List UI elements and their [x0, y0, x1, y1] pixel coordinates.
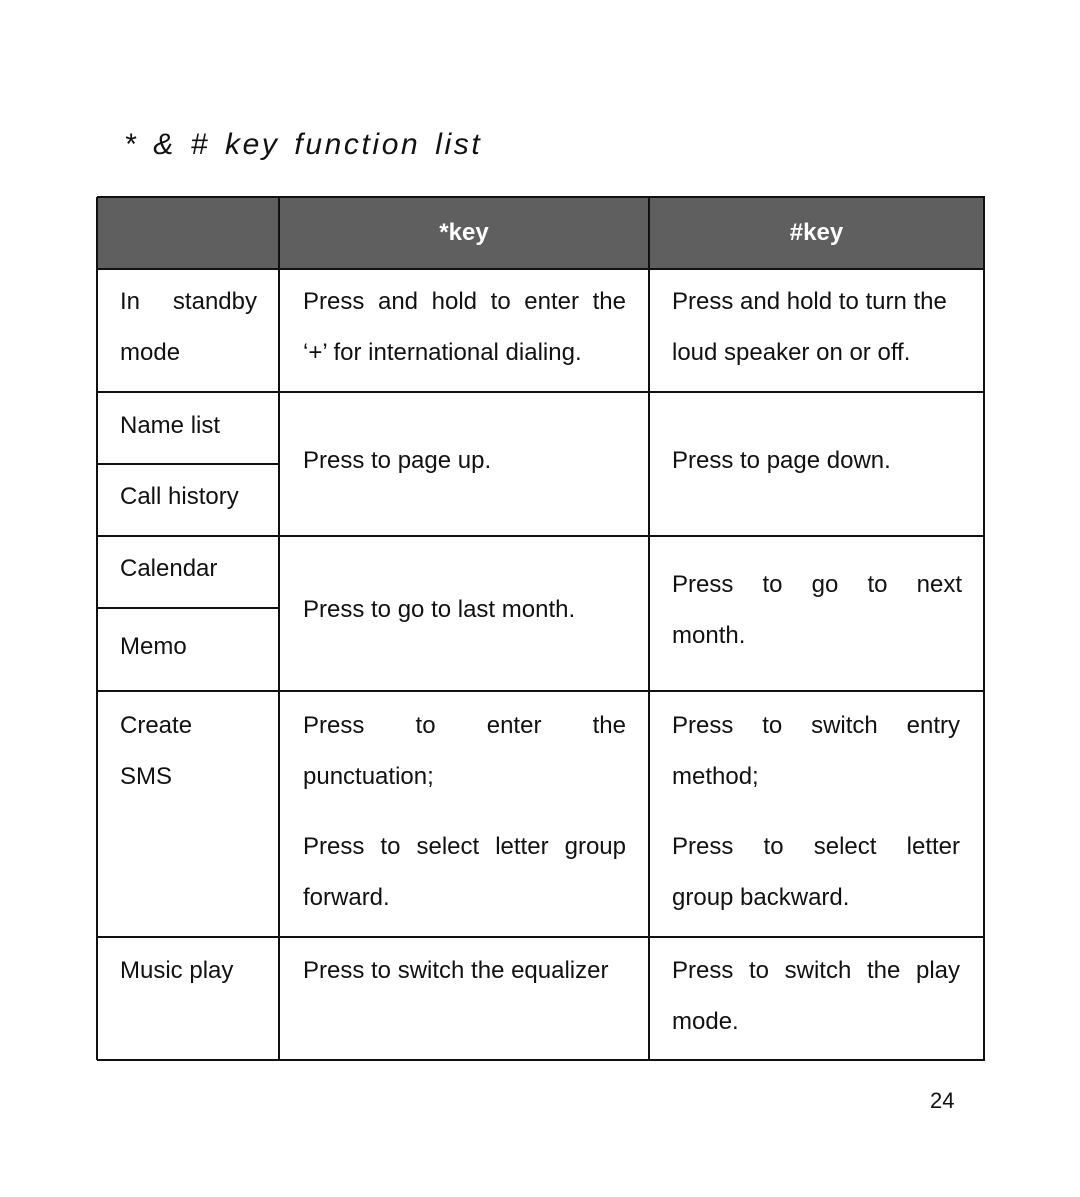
star-cell-equalizer: Press to switch the equalizer: [303, 957, 609, 984]
mode-cell-call-history: Call history: [120, 483, 239, 510]
hash-text: Press to go to next: [672, 571, 962, 598]
hash-text: Press to switch entry: [672, 712, 960, 739]
hash-text: Press to select letter: [672, 833, 960, 860]
hash-text: Press and hold to turn the: [672, 288, 947, 315]
hash-cell-standby: Press and hold to turn the loud speaker …: [672, 277, 962, 378]
mode-cell-standby: In standby mode: [120, 277, 257, 378]
star-text: forward.: [303, 883, 390, 911]
mode-cell-music-play: Music play: [120, 957, 234, 984]
hash-text: loud speaker on or off.: [672, 338, 911, 366]
hash-text: Press to switch the play: [672, 957, 960, 984]
star-cell-standby: Press and hold to enter the ‘+’ for inte…: [303, 277, 626, 378]
star-text: Press to select letter group: [303, 833, 626, 860]
mode-text: In standby: [120, 288, 257, 315]
header-star-key: *key: [439, 219, 489, 246]
header-mode: [97, 197, 279, 269]
hash-text: method;: [672, 762, 759, 790]
row-divider: [97, 268, 985, 270]
star-cell-create-sms: Press to enter the punctuation; Press to…: [303, 701, 626, 923]
header-hash-key: #key: [789, 219, 844, 246]
star-text: ‘+’ for international dialing.: [303, 338, 582, 366]
star-cell-page-up: Press to page up.: [303, 447, 492, 474]
page-title: * & # key function list: [124, 128, 483, 161]
row-divider: [97, 690, 985, 692]
table-border-right: [983, 197, 985, 1060]
star-text: Press and hold to enter the: [303, 288, 626, 315]
row-divider: [97, 936, 985, 938]
star-text: punctuation;: [303, 762, 434, 790]
hash-cell-create-sms: Press to switch entry method; Press to s…: [672, 701, 960, 923]
column-divider: [278, 197, 280, 1060]
star-text: Press to enter the: [303, 712, 626, 739]
mode-cell-create-sms: Create SMS: [120, 701, 257, 802]
hash-text: month.: [672, 621, 746, 649]
table-border-bottom: [97, 1059, 985, 1061]
key-function-table: *key #key In standby mode Press and hold…: [96, 196, 985, 1061]
sub-row-divider: [97, 463, 279, 465]
row-divider: [97, 391, 985, 393]
mode-cell-memo: Memo: [120, 633, 187, 660]
star-cell-last-month: Press to go to last month.: [303, 596, 576, 623]
mode-cell-name-list: Name list: [120, 412, 221, 439]
row-divider: [97, 535, 985, 537]
mode-text: mode: [120, 338, 181, 366]
hash-cell-play-mode: Press to switch the play mode.: [672, 946, 960, 1047]
hash-text: mode.: [672, 1007, 739, 1035]
sub-row-divider: [97, 607, 279, 609]
page-number: 24: [930, 1088, 955, 1113]
column-divider: [648, 197, 650, 1060]
hash-cell-next-month: Press to go to next month.: [672, 560, 962, 661]
mode-text: Create: [120, 712, 193, 739]
mode-cell-calendar: Calendar: [120, 555, 218, 582]
table-border-left: [96, 197, 98, 1060]
mode-text: SMS: [120, 762, 173, 790]
hash-text: group backward.: [672, 883, 850, 911]
table-border-top: [97, 196, 985, 198]
hash-cell-page-down: Press to page down.: [672, 447, 891, 474]
